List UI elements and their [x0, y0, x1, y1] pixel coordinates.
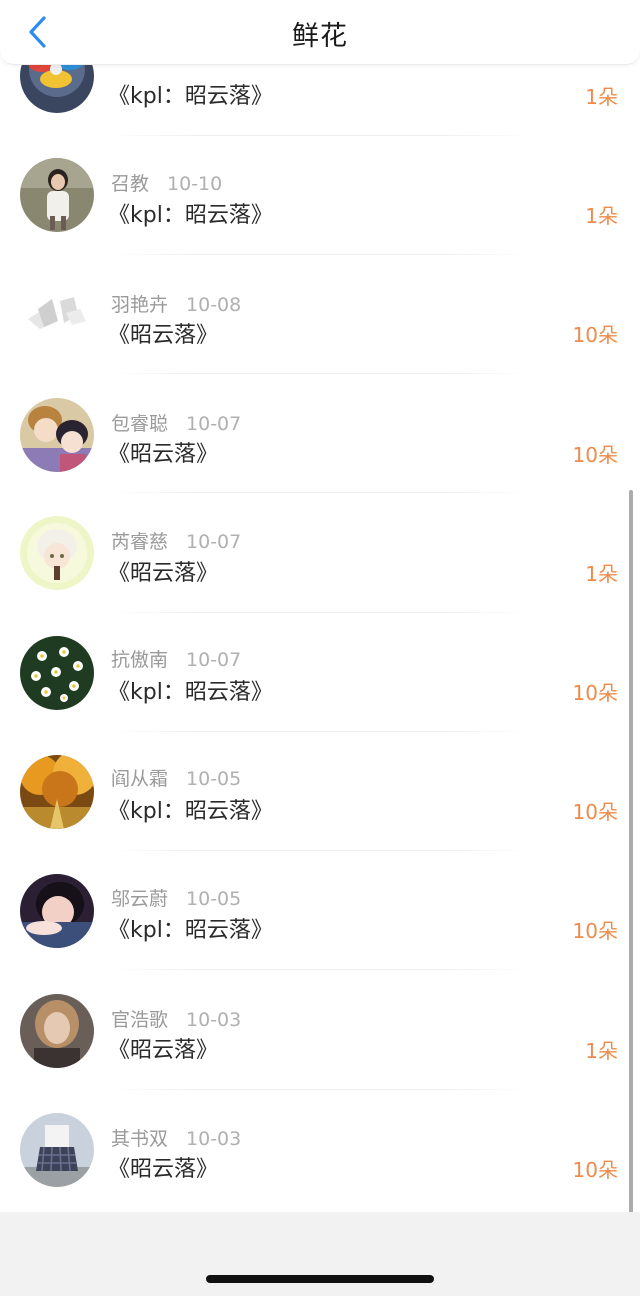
avatar[interactable]: [20, 755, 94, 829]
sender-name: 抗傲南: [111, 649, 169, 671]
flower-count: 10朵: [572, 681, 618, 705]
sender-meta: 其书双 10-03: [111, 1124, 241, 1151]
flower-count: 10朵: [572, 1158, 618, 1182]
work-title: 《kpl：昭云落》: [108, 84, 273, 109]
work-title: 《昭云落》: [108, 323, 219, 348]
flower-count: 10朵: [572, 443, 618, 467]
sender-name: 羽艳卉: [111, 294, 169, 316]
page-title: 鲜花: [292, 21, 348, 52]
home-indicator[interactable]: [206, 1275, 434, 1283]
list-item[interactable]: 官浩歌 10-03 《昭云落》 1朵: [0, 971, 640, 1090]
row-divider: [110, 492, 530, 493]
work-title: 《kpl：昭云落》: [108, 799, 273, 824]
sender-meta: 邬云蔚 10-05: [111, 884, 241, 911]
work-title: 《昭云落》: [108, 1038, 219, 1063]
list-item[interactable]: 抗傲南 10-07 《kpl：昭云落》 10朵: [0, 613, 640, 732]
sender-name: 邬云蔚: [111, 888, 169, 910]
send-date: 10-10: [167, 173, 223, 195]
send-date: 10-03: [186, 1009, 242, 1031]
work-title: 《kpl：昭云落》: [108, 918, 273, 943]
work-title: 《kpl：昭云落》: [108, 203, 273, 228]
footer-bar: [0, 1212, 640, 1296]
sender-meta: 抗傲南 10-07: [111, 645, 241, 672]
sender-name: 芮睿慈: [111, 531, 169, 553]
scrollbar[interactable]: [629, 490, 633, 1220]
avatar[interactable]: [20, 277, 94, 351]
avatar[interactable]: [20, 158, 94, 232]
work-title: 《kpl：昭云落》: [108, 680, 273, 705]
sender-meta: 官浩歌 10-03: [111, 1005, 241, 1032]
work-title: 《昭云落》: [108, 561, 219, 586]
send-date: 10-05: [186, 768, 242, 790]
send-date: 10-07: [186, 649, 242, 671]
avatar[interactable]: [20, 516, 94, 590]
nav-header: 鲜花: [0, 0, 640, 65]
work-title: 《昭云落》: [108, 1157, 219, 1182]
list-item[interactable]: 羽艳卉 10-08 《昭云落》 10朵: [0, 255, 640, 374]
list-item[interactable]: 阎从霜 10-05 《kpl：昭云落》 10朵: [0, 732, 640, 851]
avatar[interactable]: [20, 874, 94, 948]
sender-name: 官浩歌: [111, 1009, 169, 1031]
send-date: 10-07: [186, 531, 242, 553]
row-divider: [110, 969, 530, 970]
flower-count: 1朵: [585, 85, 618, 109]
flower-count: 10朵: [572, 323, 618, 347]
list-item[interactable]: 芮睿慈 10-07 《昭云落》 1朵: [0, 494, 640, 613]
flower-count: 1朵: [585, 1039, 618, 1063]
send-date: 10-05: [186, 888, 242, 910]
list-item[interactable]: 邬云蔚 10-05 《kpl：昭云落》 10朵: [0, 851, 640, 970]
send-date: 10-03: [186, 1128, 242, 1150]
list-item[interactable]: 召教 10-10 《kpl：昭云落》 1朵: [0, 136, 640, 255]
avatar[interactable]: [20, 636, 94, 710]
send-date: 10-07: [186, 413, 242, 435]
avatar[interactable]: [20, 398, 94, 472]
list-item[interactable]: 其书双 10-03 《昭云落》 10朵: [0, 1090, 640, 1209]
flower-count: 10朵: [572, 919, 618, 943]
avatar[interactable]: [20, 1113, 94, 1187]
list-item[interactable]: 包睿聪 10-07 《昭云落》 10朵: [0, 374, 640, 493]
sender-name: 其书双: [111, 1128, 169, 1150]
sender-name: 召教: [111, 173, 150, 195]
sender-meta: 羽艳卉 10-08: [111, 290, 241, 317]
sender-meta: 包睿聪 10-07: [111, 409, 241, 436]
sender-name: 包睿聪: [111, 413, 169, 435]
sender-name: 阎从霜: [111, 768, 169, 790]
sender-meta: 芮睿慈 10-07: [111, 527, 241, 554]
avatar[interactable]: [20, 994, 94, 1068]
send-date: 10-08: [186, 294, 242, 316]
flower-count: 1朵: [585, 204, 618, 228]
flower-count: 10朵: [572, 800, 618, 824]
sender-meta: 阎从霜 10-05: [111, 764, 241, 791]
work-title: 《昭云落》: [108, 442, 219, 467]
flower-count: 1朵: [585, 562, 618, 586]
sender-meta: 召教 10-10: [111, 169, 222, 196]
